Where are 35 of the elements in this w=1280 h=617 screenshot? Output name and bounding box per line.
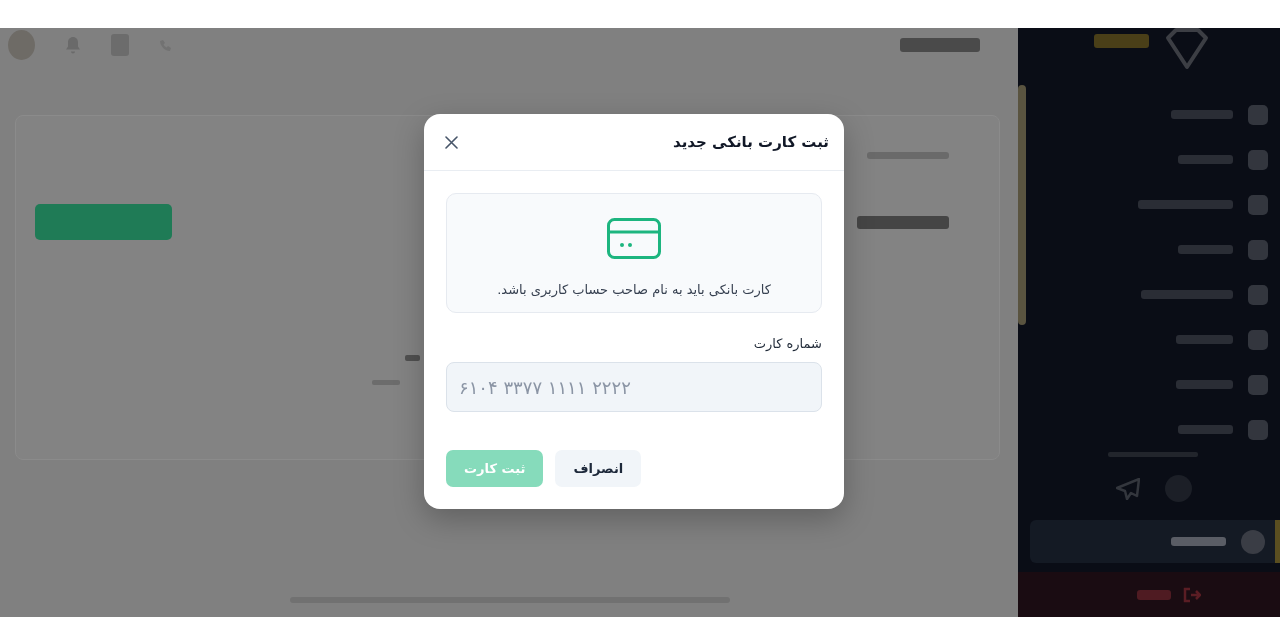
blurred-add-button[interactable] (35, 204, 172, 240)
blurred-menu-icon (1248, 374, 1268, 395)
exit-icon (1183, 586, 1201, 603)
scrollbar-thumb[interactable] (1018, 85, 1026, 325)
blurred-menu-icon (1248, 284, 1268, 305)
field-label: شماره کارت (753, 335, 822, 353)
cancel-button[interactable]: انصراف (555, 450, 642, 487)
blurred-menu-label (1176, 335, 1233, 344)
blurred-empty-title (405, 355, 420, 361)
blurred-logout-label (1137, 589, 1171, 600)
card-number-input[interactable]: ۶۱۰۴ ۳۳۷۷ ۱۱۱۱ ۲۲۲۲ (446, 362, 822, 412)
blurred-menu-label (1171, 110, 1233, 119)
blurred-menu-label (1176, 380, 1233, 389)
blurred-menu-icon (1248, 104, 1268, 125)
diamond-logo-icon (1164, 28, 1210, 70)
send-icon[interactable] (1116, 477, 1140, 500)
close-icon (444, 135, 458, 149)
blurred-menu-icon (1241, 529, 1265, 554)
blurred-empty-text (372, 380, 400, 385)
dialog-title: ثبت کارت بانکی جدید (673, 133, 829, 151)
logout-item[interactable] (1018, 572, 1280, 617)
blurred-menu-label (1178, 425, 1233, 434)
info-text: کارت بانکی باید به نام صاحب حساب کاربری باشد. (497, 281, 771, 299)
blurred-menu-label (1171, 537, 1226, 546)
blurred-menu-label (1178, 245, 1233, 254)
blurred-menu-icon (1248, 329, 1268, 350)
avatar-icon[interactable] (8, 30, 35, 60)
blurred-menu-icon (1248, 149, 1268, 170)
blurred-menu-icon (1248, 239, 1268, 260)
blurred-menu-icon (1248, 419, 1268, 440)
credit-card-icon (607, 218, 661, 259)
sidebar-item[interactable] (1030, 520, 1280, 563)
blurred-menu-icon (1248, 194, 1268, 215)
blurred-menu-label (1178, 155, 1233, 164)
blurred-brand-text (1094, 34, 1149, 48)
